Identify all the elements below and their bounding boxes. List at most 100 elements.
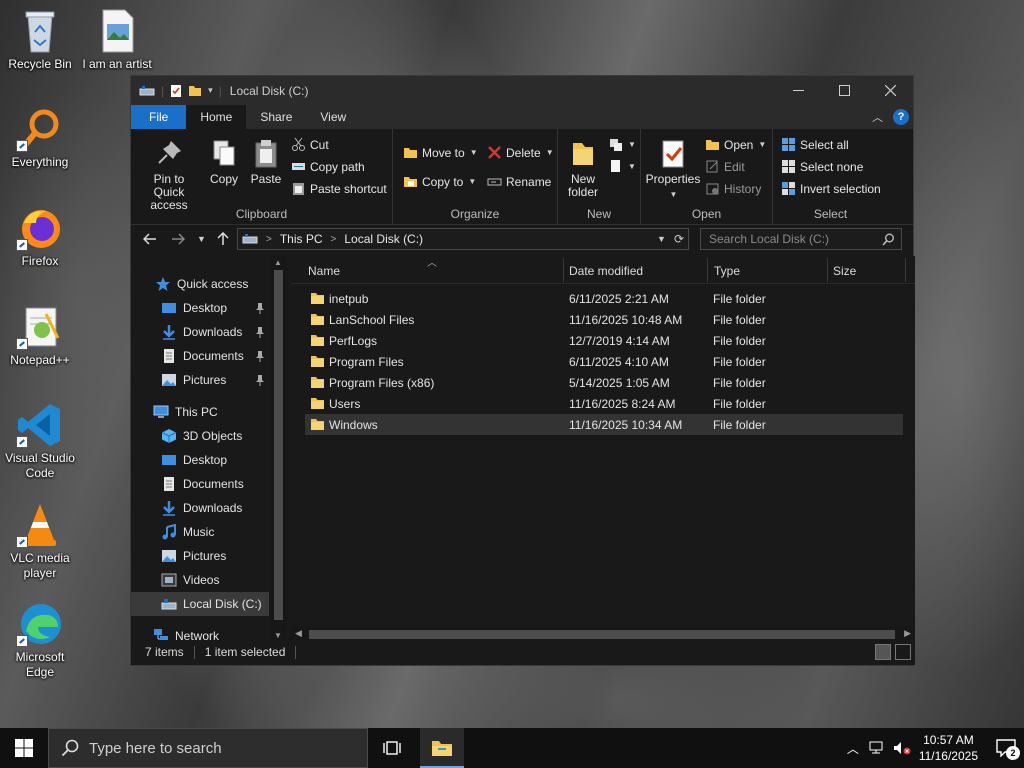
tab-view[interactable]: View: [306, 105, 360, 129]
forward-button[interactable]: [171, 232, 185, 246]
copy-path-button[interactable]: Copy path: [291, 159, 365, 174]
close-button[interactable]: [867, 76, 913, 105]
desktop-icon-vlc[interactable]: VLC media player: [0, 502, 80, 581]
tab-home[interactable]: Home: [186, 105, 247, 129]
action-center-button[interactable]: 2: [988, 728, 1024, 768]
column-size[interactable]: Size: [833, 264, 856, 278]
nav-this-pc[interactable]: This PC: [131, 400, 269, 424]
volume-muted-icon[interactable]: [893, 741, 911, 755]
scroll-up-icon[interactable]: ▲: [274, 258, 282, 267]
customize-qa-chevron-icon[interactable]: ▾: [208, 85, 213, 96]
select-none-button[interactable]: Select none: [781, 159, 863, 174]
scroll-left-icon[interactable]: ◀: [295, 628, 302, 639]
maximize-button[interactable]: [821, 76, 867, 105]
file-row[interactable]: PerfLogs 12/7/2019 4:14 AM File folder: [305, 330, 903, 351]
copy-button[interactable]: Copy: [205, 137, 243, 186]
help-button[interactable]: ?: [893, 109, 909, 125]
pin-icon[interactable]: [255, 326, 265, 338]
nav-pictures[interactable]: Pictures: [131, 544, 269, 568]
collapse-ribbon-chevron-icon[interactable]: ︿: [872, 109, 883, 125]
file-row-selected[interactable]: Windows 11/16/2025 10:34 AM File folder: [305, 414, 903, 435]
scroll-right-icon[interactable]: ▶: [904, 628, 911, 639]
desktop-icon-vscode[interactable]: Visual Studio Code: [0, 402, 80, 481]
open-group-label: Open: [691, 207, 722, 221]
easy-access-button[interactable]: ▼: [608, 159, 636, 174]
file-row[interactable]: Program Files (x86) 5/14/2025 1:05 AM Fi…: [305, 372, 903, 393]
column-name[interactable]: Name: [308, 264, 340, 278]
taskbar-file-explorer[interactable]: [420, 728, 464, 768]
breadcrumb-local-disk[interactable]: Local Disk (C:): [344, 232, 423, 246]
nav-documents[interactable]: Documents: [131, 472, 269, 496]
paste-button[interactable]: Paste: [247, 137, 285, 186]
properties-qa-icon[interactable]: [170, 84, 182, 98]
open-button[interactable]: Open ▼: [705, 137, 766, 152]
nav-quick-access[interactable]: Quick access: [131, 272, 269, 296]
paste-shortcut-button[interactable]: Paste shortcut: [291, 181, 387, 196]
details-view-button[interactable]: [875, 644, 891, 660]
back-button[interactable]: [143, 232, 157, 246]
new-item-button[interactable]: ▼: [608, 137, 636, 152]
nav-scrollbar-thumb[interactable]: [274, 270, 283, 620]
address-history-chevron-icon[interactable]: ▼: [657, 234, 666, 246]
copy-to-button[interactable]: Copy to ▼: [403, 174, 476, 189]
history-button[interactable]: History: [705, 181, 761, 196]
nav-qa-downloads[interactable]: Downloads: [131, 320, 269, 344]
invert-selection-button[interactable]: Invert selection: [781, 181, 881, 196]
recent-locations-button[interactable]: ▼: [197, 234, 206, 244]
network-status-icon[interactable]: [869, 741, 885, 755]
select-all-button[interactable]: Select all: [781, 137, 849, 152]
refresh-icon[interactable]: ⟳: [674, 232, 684, 246]
clipboard-group: Pin to Quick access Copy Paste Cut Copy …: [131, 129, 393, 225]
nav-local-disk[interactable]: Local Disk (C:): [131, 592, 269, 616]
nav-qa-desktop[interactable]: Desktop: [131, 296, 269, 320]
desktop-icon-notepad-plus-plus[interactable]: Notepad++: [0, 304, 80, 368]
file-row[interactable]: Program Files 6/11/2025 4:10 AM File fol…: [305, 351, 903, 372]
properties-button[interactable]: Properties ▼: [645, 137, 701, 201]
rename-button[interactable]: Rename: [487, 174, 551, 189]
column-date-modified[interactable]: Date modified: [569, 264, 643, 278]
nav-desktop[interactable]: Desktop: [131, 448, 269, 472]
address-bar[interactable]: > This PC > Local Disk (C:) ▼ ⟳: [237, 228, 689, 250]
file-row[interactable]: Users 11/16/2025 8:24 AM File folder: [305, 393, 903, 414]
desktop-icon-everything[interactable]: Everything: [0, 106, 80, 170]
pin-icon[interactable]: [255, 374, 265, 386]
horizontal-scrollbar-thumb[interactable]: [309, 630, 895, 639]
nav-qa-pictures[interactable]: Pictures: [131, 368, 269, 392]
title-bar[interactable]: | ▾ | Local Disk (C:): [131, 76, 913, 105]
file-row[interactable]: inetpub 6/11/2025 2:21 AM File folder: [305, 288, 903, 309]
tab-file[interactable]: File: [131, 105, 187, 129]
column-type[interactable]: Type: [714, 264, 740, 278]
breadcrumb-this-pc[interactable]: This PC: [280, 232, 323, 246]
tab-share[interactable]: Share: [246, 105, 306, 129]
up-button[interactable]: [216, 232, 230, 246]
show-hidden-icons-chevron-icon[interactable]: ︿: [847, 740, 859, 757]
task-view-button[interactable]: [372, 728, 412, 768]
start-button[interactable]: [0, 728, 48, 768]
desktop-icon-edge[interactable]: Microsoft Edge: [0, 601, 80, 680]
move-to-button[interactable]: Move to ▼: [403, 145, 478, 160]
clock[interactable]: 10:57 AM 11/16/2025: [919, 732, 978, 764]
nav-videos[interactable]: Videos: [131, 568, 269, 592]
file-row[interactable]: LanSchool Files 11/16/2025 10:48 AM File…: [305, 309, 903, 330]
nav-3d-objects[interactable]: 3D Objects: [131, 424, 269, 448]
pin-icon[interactable]: [255, 302, 265, 314]
desktop-icon-i-am-an-artist[interactable]: I am an artist: [77, 8, 157, 72]
nav-scrollbar[interactable]: ▲ ▼: [270, 256, 287, 642]
new-folder-qa-icon[interactable]: [188, 84, 202, 97]
nav-qa-documents[interactable]: Documents: [131, 344, 269, 368]
delete-button[interactable]: Delete ▼: [487, 145, 554, 160]
search-box[interactable]: Search Local Disk (C:): [700, 228, 902, 250]
minimize-button[interactable]: [775, 76, 821, 105]
desktop-icon-firefox[interactable]: Firefox: [0, 205, 80, 269]
large-icons-view-button[interactable]: [895, 644, 911, 660]
new-folder-button[interactable]: New folder: [562, 137, 604, 199]
pin-icon[interactable]: [255, 350, 265, 362]
nav-music[interactable]: Music: [131, 520, 269, 544]
cut-button[interactable]: Cut: [291, 137, 329, 152]
taskbar-search-box[interactable]: Type here to search: [48, 728, 368, 768]
desktop-icon-recycle-bin[interactable]: Recycle Bin: [0, 8, 80, 72]
edit-button[interactable]: Edit: [705, 159, 745, 174]
scroll-down-icon[interactable]: ▼: [274, 631, 282, 640]
nav-downloads[interactable]: Downloads: [131, 496, 269, 520]
pin-to-quick-access-button[interactable]: Pin to Quick access: [137, 137, 201, 212]
